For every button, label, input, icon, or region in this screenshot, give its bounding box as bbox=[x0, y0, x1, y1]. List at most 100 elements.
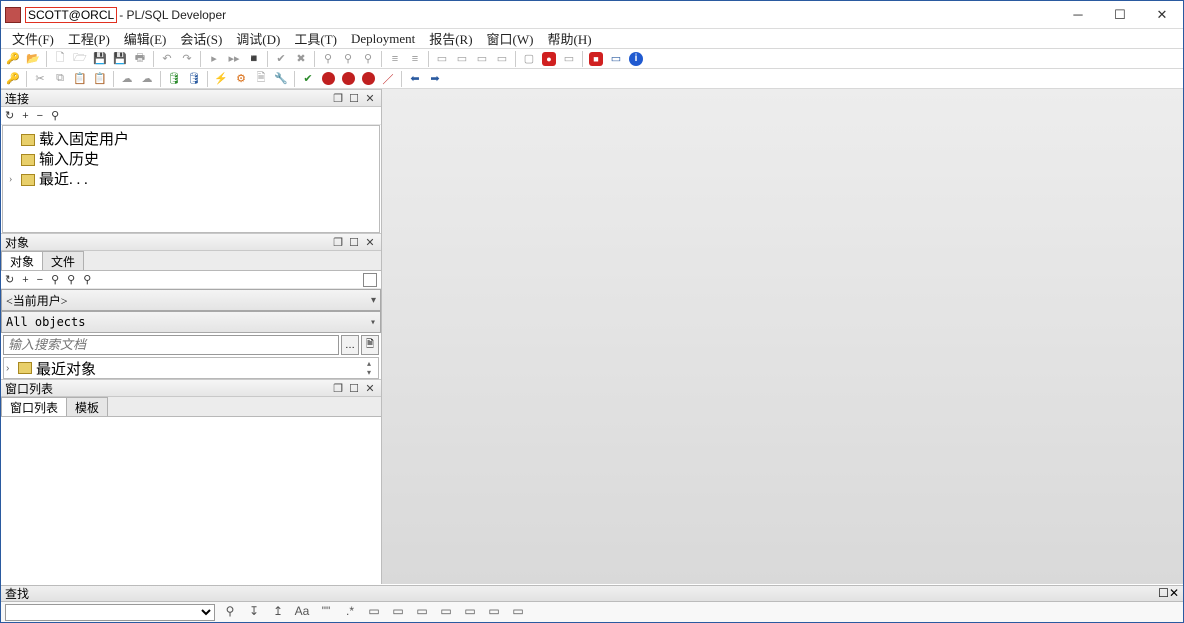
window-icon[interactable]: ▢ bbox=[520, 50, 538, 67]
find-btn10[interactable]: ▭ bbox=[437, 604, 455, 620]
objects-restore-icon[interactable]: ❐ bbox=[331, 236, 345, 249]
compile-icon[interactable]: ▭ bbox=[493, 50, 511, 67]
autotrace-icon[interactable]: ≡ bbox=[406, 50, 424, 67]
find-btn12[interactable]: ▭ bbox=[485, 604, 503, 620]
folder-open-icon[interactable]: 📂 bbox=[24, 50, 42, 67]
info-icon[interactable]: i bbox=[627, 50, 645, 67]
tree-recent[interactable]: › 最近. . . bbox=[9, 170, 373, 190]
find-btn5[interactable]: "" bbox=[317, 604, 335, 620]
breakpoint2-icon[interactable] bbox=[339, 70, 357, 87]
searchnext-icon[interactable]: ⚲ bbox=[339, 50, 357, 67]
find-btn7[interactable]: ▭ bbox=[365, 604, 383, 620]
search-go-button[interactable]: 🗎 bbox=[361, 335, 379, 355]
print-icon[interactable]: 🖶 bbox=[131, 50, 149, 67]
menu-window[interactable]: 窗口(W) bbox=[480, 29, 541, 48]
arrow-right-icon[interactable]: ➡ bbox=[426, 70, 444, 87]
conn-refresh-icon[interactable]: ↻ bbox=[5, 109, 14, 122]
user-dropdown[interactable]: <当前用户> ▾ bbox=[1, 289, 381, 311]
find-combo[interactable] bbox=[5, 604, 215, 621]
obj-find1-icon[interactable]: ⚲ bbox=[51, 273, 59, 286]
menu-file[interactable]: 文件(F) bbox=[5, 29, 61, 48]
erase-icon[interactable]: ／ bbox=[379, 70, 397, 87]
minimize-button[interactable]: ─ bbox=[1057, 3, 1099, 27]
objects-max-icon[interactable]: ☐ bbox=[347, 236, 361, 249]
copy-icon[interactable]: ⧉ bbox=[51, 70, 69, 87]
cut-icon[interactable]: ✂ bbox=[31, 70, 49, 87]
find-max-icon[interactable]: ☐ bbox=[1158, 586, 1169, 601]
explain-icon[interactable]: ≡ bbox=[386, 50, 404, 67]
commit-icon[interactable]: ✔ bbox=[272, 50, 290, 67]
check-icon[interactable]: ✔ bbox=[299, 70, 317, 87]
arrow-left-icon[interactable]: ⬅ bbox=[406, 70, 424, 87]
new-icon[interactable]: 🗋 bbox=[51, 50, 69, 67]
find-btn1[interactable]: ⚲ bbox=[221, 604, 239, 620]
clip-icon[interactable]: 📋 bbox=[91, 70, 109, 87]
menu-session[interactable]: 会话(S) bbox=[173, 29, 229, 48]
object-list[interactable]: › 最近对象 ▴▾ bbox=[3, 357, 379, 379]
conn-plus-icon[interactable]: + bbox=[22, 110, 28, 122]
open-icon[interactable]: 🗁 bbox=[71, 50, 89, 67]
gear-icon[interactable]: ⚙ bbox=[232, 70, 250, 87]
light-icon[interactable]: ⚡ bbox=[212, 70, 230, 87]
objects-close-icon[interactable]: ✕ bbox=[363, 236, 377, 249]
connections-tree[interactable]: 载入固定用户 输入历史 › 最近. . . bbox=[2, 125, 380, 233]
obj-colorbox[interactable] bbox=[363, 273, 377, 287]
breakpoint3-icon[interactable] bbox=[359, 70, 377, 87]
menu-help[interactable]: 帮助(H) bbox=[540, 29, 598, 48]
redo-icon[interactable]: ↷ bbox=[178, 50, 196, 67]
tree-load-fixed-users[interactable]: 载入固定用户 bbox=[9, 130, 373, 150]
close-button[interactable]: ✕ bbox=[1141, 3, 1183, 27]
windowlist-restore-icon[interactable]: ❐ bbox=[331, 382, 345, 395]
maximize-button[interactable]: ☐ bbox=[1099, 3, 1141, 27]
tab-files[interactable]: 文件 bbox=[42, 251, 84, 270]
connections-max-icon[interactable]: ☐ bbox=[347, 92, 361, 105]
rollback-icon[interactable]: ✖ bbox=[292, 50, 310, 67]
menu-report[interactable]: 报告(R) bbox=[422, 29, 479, 48]
cloud1-icon[interactable]: ☁ bbox=[118, 70, 136, 87]
menu-deployment[interactable]: Deployment bbox=[344, 31, 422, 47]
menu-edit[interactable]: 编辑(E) bbox=[117, 29, 174, 48]
breakpoint1-icon[interactable] bbox=[319, 70, 337, 87]
saveall-icon[interactable]: 💾 bbox=[111, 50, 129, 67]
find-btn2[interactable]: ↧ bbox=[245, 604, 263, 620]
menu-tools[interactable]: 工具(T) bbox=[287, 29, 344, 48]
obj-minus-icon[interactable]: − bbox=[37, 274, 43, 286]
save-icon[interactable]: 💾 bbox=[91, 50, 109, 67]
pref-icon[interactable]: ▭ bbox=[607, 50, 625, 67]
tab-window-list[interactable]: 窗口列表 bbox=[1, 397, 67, 416]
windowlist-close-icon[interactable]: ✕ bbox=[363, 382, 377, 395]
obj-find3-icon[interactable]: ⚲ bbox=[83, 273, 91, 286]
find-btn4[interactable]: Aa bbox=[293, 604, 311, 620]
expand-icon[interactable]: › bbox=[6, 363, 16, 374]
key-icon[interactable]: 🔑 bbox=[4, 50, 22, 67]
tab-objects[interactable]: 对象 bbox=[1, 251, 43, 270]
search-more-button[interactable]: … bbox=[341, 335, 359, 355]
desc-icon[interactable]: ▭ bbox=[433, 50, 451, 67]
tab-template[interactable]: 模板 bbox=[66, 397, 108, 416]
menu-project[interactable]: 工程(P) bbox=[61, 29, 117, 48]
menu-debug[interactable]: 调试(D) bbox=[229, 29, 287, 48]
undo-icon[interactable]: ↶ bbox=[158, 50, 176, 67]
run-icon[interactable]: ▸ bbox=[205, 50, 223, 67]
macro-rec-icon[interactable]: ● bbox=[540, 50, 558, 67]
conn-minus-icon[interactable]: − bbox=[37, 110, 43, 122]
object-list-scroll[interactable]: ▴▾ bbox=[362, 359, 376, 377]
stop2-icon[interactable]: ■ bbox=[587, 50, 605, 67]
filter-dropdown[interactable]: All objects ▾ bbox=[1, 311, 381, 333]
windowlist-max-icon[interactable]: ☐ bbox=[347, 382, 361, 395]
search-icon[interactable]: ⚲ bbox=[319, 50, 337, 67]
browse-icon[interactable]: ▭ bbox=[473, 50, 491, 67]
wrench-icon[interactable]: 🔧 bbox=[272, 70, 290, 87]
find-btn3[interactable]: ↥ bbox=[269, 604, 287, 620]
cloud2-icon[interactable]: ☁ bbox=[138, 70, 156, 87]
object-search-input[interactable] bbox=[3, 335, 339, 355]
doc-icon[interactable]: 🗎 bbox=[252, 70, 270, 87]
stop-icon[interactable]: ◾ bbox=[245, 50, 263, 67]
find-btn8[interactable]: ▭ bbox=[389, 604, 407, 620]
db2-icon[interactable]: 🛢 bbox=[185, 70, 203, 87]
find-btn11[interactable]: ▭ bbox=[461, 604, 479, 620]
connections-close-icon[interactable]: ✕ bbox=[363, 92, 377, 105]
replace-icon[interactable]: ⚲ bbox=[359, 50, 377, 67]
paste-icon[interactable]: 📋 bbox=[71, 70, 89, 87]
obj-plus-icon[interactable]: + bbox=[22, 274, 28, 286]
